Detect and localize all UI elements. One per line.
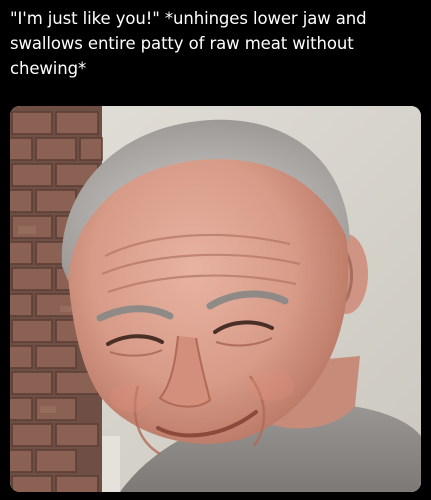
meme-photo [10, 106, 421, 492]
portrait-illustration [10, 106, 421, 492]
meme-caption: "I'm just like you!" *unhinges lower jaw… [10, 9, 367, 78]
window-frame [102, 436, 120, 492]
